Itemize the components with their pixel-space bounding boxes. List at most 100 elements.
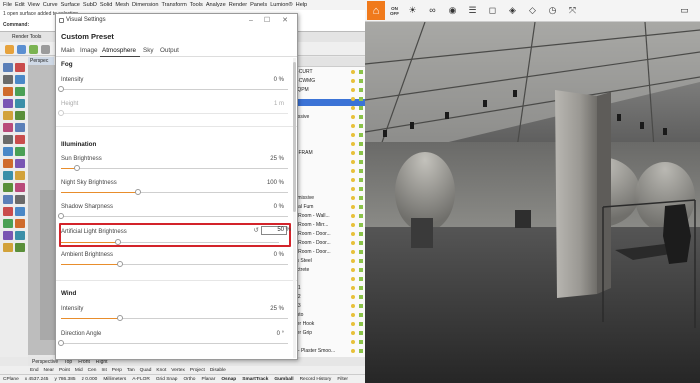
group-icon[interactable]	[15, 231, 25, 240]
layer-color-icon[interactable]	[359, 151, 363, 155]
layer-row[interactable]: ger Grip	[294, 330, 342, 336]
solid-icon[interactable]	[15, 111, 25, 120]
layer-row[interactable]: n-FRAM	[294, 150, 342, 156]
layer-row[interactable]: g Room - Mirr...	[294, 222, 342, 228]
wind-intensity-value[interactable]: 25 %	[270, 306, 284, 312]
status-osnap[interactable]: Osnap	[221, 377, 236, 382]
clock-icon[interactable]: ◷	[547, 5, 558, 16]
lightbulb-icon[interactable]	[351, 241, 355, 245]
curve-icon[interactable]	[3, 87, 13, 96]
slider-knob[interactable]	[58, 213, 64, 219]
status-planar[interactable]: Planar	[201, 377, 215, 382]
layer-color-icon[interactable]	[359, 106, 363, 110]
tab-output[interactable]: Output	[160, 47, 179, 54]
scale-icon[interactable]	[15, 183, 25, 192]
artificial-light-input[interactable]: 50	[261, 226, 287, 235]
layer-row[interactable]: nsto	[294, 312, 342, 318]
layer-row[interactable]: g Room - Door...	[294, 231, 342, 237]
tab-sky[interactable]: Sky	[143, 47, 154, 54]
lightbulb-icon[interactable]	[351, 178, 355, 182]
lightbulb-icon[interactable]	[351, 286, 355, 290]
boolean-icon[interactable]	[3, 135, 13, 144]
tab-atmosphere[interactable]: Atmosphere	[102, 47, 136, 54]
layer-color-icon[interactable]	[359, 232, 363, 236]
block-icon[interactable]	[3, 231, 13, 240]
status-filter[interactable]: Filter	[337, 377, 348, 382]
minimize-icon[interactable]: –	[245, 16, 257, 25]
status-gumball[interactable]: Gumball	[274, 377, 293, 382]
lightbulb-icon[interactable]	[351, 205, 355, 209]
layer-row[interactable]: c 1	[294, 285, 342, 291]
layer-color-icon[interactable]	[359, 250, 363, 254]
slider-knob[interactable]	[117, 261, 124, 267]
lightbulb-icon[interactable]	[351, 304, 355, 308]
osnap-mid[interactable]: Mid	[75, 368, 83, 373]
layer-color-icon[interactable]	[359, 70, 363, 74]
lightbulb-icon[interactable]	[351, 160, 355, 164]
osnap-end[interactable]: End	[30, 368, 39, 373]
slider-knob[interactable]	[135, 189, 142, 195]
reset-icon[interactable]: ↺	[254, 227, 259, 234]
menu-solid[interactable]: Solid	[100, 2, 112, 8]
layer-color-icon[interactable]	[359, 115, 363, 119]
status-cplane[interactable]: CPlane	[3, 377, 19, 382]
layer-row[interactable]: nctrete	[294, 267, 342, 273]
lightbulb-icon[interactable]	[351, 223, 355, 227]
tab-image[interactable]: Image	[80, 47, 98, 54]
layer-color-icon[interactable]	[359, 313, 363, 317]
layer-color-icon[interactable]	[359, 196, 363, 200]
layer-color-icon[interactable]	[359, 178, 363, 182]
layer-color-icon[interactable]	[359, 268, 363, 272]
layer-color-icon[interactable]	[359, 286, 363, 290]
menu-tools[interactable]: Tools	[190, 2, 203, 8]
layer-color-icon[interactable]	[359, 331, 363, 335]
fillet-icon[interactable]	[15, 135, 25, 144]
layer-color-icon[interactable]	[359, 340, 363, 344]
folder-icon[interactable]: ▭	[679, 5, 690, 16]
status-ortho[interactable]: Ortho	[183, 377, 195, 382]
wind-intensity-slider[interactable]	[61, 315, 288, 321]
select-icon[interactable]	[3, 63, 13, 72]
maximize-icon[interactable]: ☐	[261, 16, 273, 25]
menu-lumion[interactable]: Lumion®	[270, 2, 292, 8]
sun-icon[interactable]: ☀	[407, 5, 418, 16]
layer-color-icon[interactable]	[359, 169, 363, 173]
lightbulb-icon[interactable]	[351, 115, 355, 119]
transform-icon[interactable]: ⤧	[567, 5, 578, 16]
cube-cut-icon[interactable]: ◇	[527, 5, 538, 16]
lightbulb-icon[interactable]	[351, 250, 355, 254]
lightbulb-icon[interactable]	[351, 142, 355, 146]
menu-transform[interactable]: Transform	[161, 2, 186, 8]
render-preview-icon[interactable]	[15, 243, 25, 252]
close-icon[interactable]: ✕	[279, 16, 291, 25]
render-viewport[interactable]	[365, 22, 700, 383]
circle-icon[interactable]	[15, 87, 25, 96]
osnap-disable[interactable]: Disable	[210, 368, 226, 373]
layer-color-icon[interactable]	[359, 79, 363, 83]
lightbulb-icon[interactable]	[351, 169, 355, 173]
layer-color-icon[interactable]	[359, 241, 363, 245]
command-prompt[interactable]: Command:	[3, 22, 29, 28]
osnap-vertex[interactable]: Vertex	[171, 368, 185, 373]
menu-subd[interactable]: SubD	[83, 2, 97, 8]
layer-row[interactable]: mal Fum	[294, 204, 342, 210]
dialog-scrollbar[interactable]	[293, 58, 296, 358]
layer-row[interactable]: Z-CURT	[294, 69, 342, 75]
menu-file[interactable]: File	[3, 2, 12, 8]
menu-curve[interactable]: Curve	[43, 2, 58, 8]
night-sky-slider[interactable]	[61, 189, 288, 195]
mesh-icon[interactable]	[3, 123, 13, 132]
sliders-icon[interactable]: ☰	[467, 5, 478, 16]
lightbulb-icon[interactable]	[351, 214, 355, 218]
layer-color-icon[interactable]	[359, 223, 363, 227]
surface-icon[interactable]	[3, 111, 13, 120]
trim-icon[interactable]	[3, 147, 13, 156]
menu-dimension[interactable]: Dimension	[132, 2, 158, 8]
point-icon[interactable]	[15, 63, 25, 72]
binoculars-icon[interactable]: ∞	[427, 5, 438, 16]
polyline-icon[interactable]	[15, 75, 25, 84]
box-3d-icon[interactable]: ◈	[507, 5, 518, 16]
join-icon[interactable]	[3, 159, 13, 168]
menu-render[interactable]: Render	[229, 2, 247, 8]
layer-color-icon[interactable]	[359, 322, 363, 326]
